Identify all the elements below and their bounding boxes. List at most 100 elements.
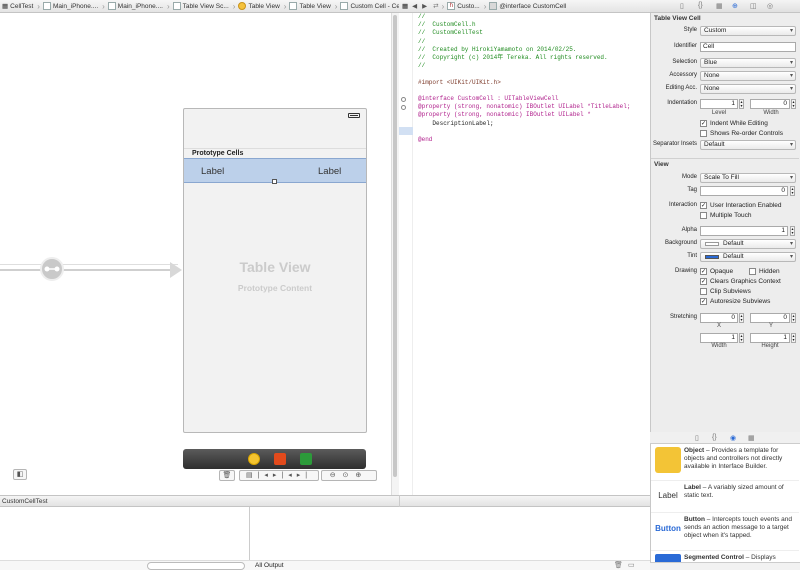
forward-arrow-icon[interactable]: ▶ <box>422 2 427 10</box>
clip-subviews-checkbox[interactable] <box>700 288 707 295</box>
trash-button[interactable]: 🗑 <box>219 470 235 481</box>
alpha-stepper[interactable]: ▴ ▾ <box>790 226 795 236</box>
jump-crumb-scene[interactable]: Table View Sc... <box>172 2 233 10</box>
quick-help-icon[interactable]: {} <box>698 2 703 9</box>
code-line[interactable]: // <box>418 38 630 46</box>
object-library-icon[interactable]: ◉ <box>730 434 736 442</box>
segue-icon[interactable] <box>40 257 64 281</box>
shows-reorder-checkbox[interactable] <box>700 130 707 137</box>
size-inspector-icon[interactable]: ◫ <box>750 2 757 10</box>
tag-stepper[interactable]: ▴ ▾ <box>790 186 795 196</box>
jump-crumb-project[interactable]: CellTest <box>10 3 37 10</box>
library-item-title: Label <box>684 484 701 491</box>
trash-icon[interactable]: 🗑 <box>614 561 623 569</box>
jump-crumb-interface[interactable]: @interface CustomCell <box>489 2 570 10</box>
code-line[interactable] <box>418 87 630 95</box>
background-popup[interactable]: Default <box>700 239 796 249</box>
table-view-scene[interactable]: Prototype Cells Label Label Table View P… <box>183 108 367 433</box>
zoom-controls[interactable]: ⊖⊙⊕ <box>321 470 377 481</box>
stretch-w-field[interactable]: 1 <box>700 333 738 343</box>
library-filter-bar[interactable] <box>650 562 800 570</box>
outlet-connection-icon[interactable] <box>401 97 406 102</box>
code-line[interactable]: @interface CustomCell : UITableViewCell <box>418 95 630 103</box>
code-line[interactable]: #import <UIKit/UIKit.h> <box>418 79 630 87</box>
selection-popup[interactable]: Blue <box>700 58 796 68</box>
source-code[interactable]: //// CustomCell.h// CustomCellTest//// C… <box>418 13 630 144</box>
code-line[interactable]: @property (strong, nonatomic) IBOutlet U… <box>418 103 630 111</box>
user-interaction-checkbox[interactable]: ✓ <box>700 202 707 209</box>
stretch-x-field[interactable]: 0 <box>700 313 738 323</box>
connections-inspector-icon[interactable]: ◎ <box>767 2 773 10</box>
style-popup[interactable]: Custom <box>700 26 796 36</box>
library-item-label[interactable]: Label Label – A variably sized amount of… <box>651 480 799 510</box>
hidden-checkbox[interactable] <box>749 268 756 275</box>
stretch-y-stepper[interactable]: ▴ ▾ <box>791 313 796 323</box>
code-line[interactable]: // Created by HirokiYamamoto on 2014/02/… <box>418 46 630 54</box>
code-snippet-icon[interactable]: {} <box>712 434 717 441</box>
first-responder-dock-icon[interactable] <box>274 453 286 465</box>
multiple-touch-checkbox[interactable] <box>700 212 707 219</box>
indentation-level-field[interactable]: 1 <box>700 99 738 109</box>
layout-constraints-group[interactable]: ▤|◂▸|◂▸| <box>239 470 319 481</box>
jump-crumb-custom-cell[interactable]: Custom Cell - Cell <box>340 2 406 10</box>
indentation-width-field[interactable]: 0 <box>750 99 790 109</box>
split-view-icon[interactable]: ▭ <box>628 561 635 569</box>
clears-graphics-checkbox[interactable]: ✓ <box>700 278 707 285</box>
accessory-popup[interactable]: None <box>700 71 796 81</box>
jump-crumb-table-view[interactable]: Table View <box>289 2 334 10</box>
library-item-button[interactable]: Button Button – Intercepts touch events … <box>651 512 799 548</box>
stretch-y-field[interactable]: 0 <box>750 313 790 323</box>
variables-filter-field[interactable] <box>147 562 245 570</box>
code-line[interactable]: // <box>418 62 630 70</box>
stretch-x-stepper[interactable]: ▴ ▾ <box>739 313 744 323</box>
jump-crumb-storyboard-1[interactable]: Main_iPhone.... <box>42 2 102 10</box>
alpha-field[interactable]: 1 <box>700 226 788 236</box>
opaque-checkbox[interactable]: ✓ <box>700 268 707 275</box>
cell-description-label[interactable]: Label <box>318 166 341 177</box>
cell-title-label[interactable]: Label <box>201 166 224 177</box>
tint-popup[interactable]: Default <box>700 252 796 262</box>
file-inspector-icon[interactable]: ▯ <box>680 2 684 10</box>
file-template-icon[interactable]: ▯ <box>695 434 699 442</box>
related-items-icon[interactable]: ▦ <box>402 2 408 10</box>
document-outline-toggle[interactable]: ◧ <box>13 469 27 480</box>
mode-popup[interactable]: Scale To Fill <box>700 173 796 183</box>
code-line[interactable]: @property (strong, nonatomic) IBOutlet U… <box>418 111 630 119</box>
identity-inspector-icon[interactable]: ▦ <box>716 2 723 10</box>
view-controller-dock-icon[interactable] <box>248 453 260 465</box>
automatic-icon[interactable]: ⇄ <box>433 2 438 10</box>
indent-while-editing-checkbox[interactable]: ✓ <box>700 120 707 127</box>
back-arrow-icon[interactable]: ◀ <box>412 2 417 10</box>
indentation-width-stepper[interactable]: ▴ ▾ <box>791 99 796 109</box>
media-library-icon[interactable]: ▦ <box>748 434 755 442</box>
library-item-object[interactable]: Object – Provides a template for objects… <box>651 444 799 478</box>
editing-acc-popup[interactable]: None <box>700 84 796 94</box>
tag-field[interactable]: 0 <box>700 186 788 196</box>
indentation-level-stepper[interactable]: ▴ ▾ <box>739 99 744 109</box>
separator-insets-popup[interactable]: Default <box>700 140 796 150</box>
code-line[interactable]: // <box>418 13 630 21</box>
stretch-w-stepper[interactable]: ▴ ▾ <box>739 333 744 343</box>
jump-crumb-header[interactable]: h Custo... <box>447 2 483 10</box>
attributes-inspector-icon[interactable]: ⊕ <box>732 2 738 10</box>
autoresize-subviews-checkbox[interactable]: ✓ <box>700 298 707 305</box>
stretch-h-stepper[interactable]: ▴ ▾ <box>791 333 796 343</box>
code-line[interactable] <box>418 70 630 78</box>
output-select[interactable]: All Output <box>255 562 284 569</box>
resize-handle[interactable] <box>272 179 277 184</box>
identifier-field[interactable]: Cell <box>700 42 796 52</box>
jump-crumb-table-view-controller[interactable]: Table View <box>238 2 283 10</box>
canvas-scroll-thumb[interactable] <box>393 15 397 477</box>
code-line[interactable] <box>418 128 630 136</box>
code-line[interactable]: // Copyright (c) 2014年 Tereka. All right… <box>418 54 630 62</box>
code-line[interactable]: @end <box>418 136 630 144</box>
jump-crumb-storyboard-2[interactable]: Main_iPhone.... <box>107 2 167 10</box>
code-line[interactable]: DescriptionLabel; <box>418 120 630 128</box>
nav-grid-icon[interactable]: ▦ <box>0 2 10 10</box>
prototype-cell[interactable]: Label Label <box>184 158 366 184</box>
exit-dock-icon[interactable] <box>300 453 312 465</box>
code-line[interactable]: // CustomCell.h <box>418 21 630 29</box>
code-line[interactable]: // CustomCellTest <box>418 29 630 37</box>
stretch-h-field[interactable]: 1 <box>750 333 790 343</box>
outlet-connection-icon[interactable] <box>401 105 406 110</box>
